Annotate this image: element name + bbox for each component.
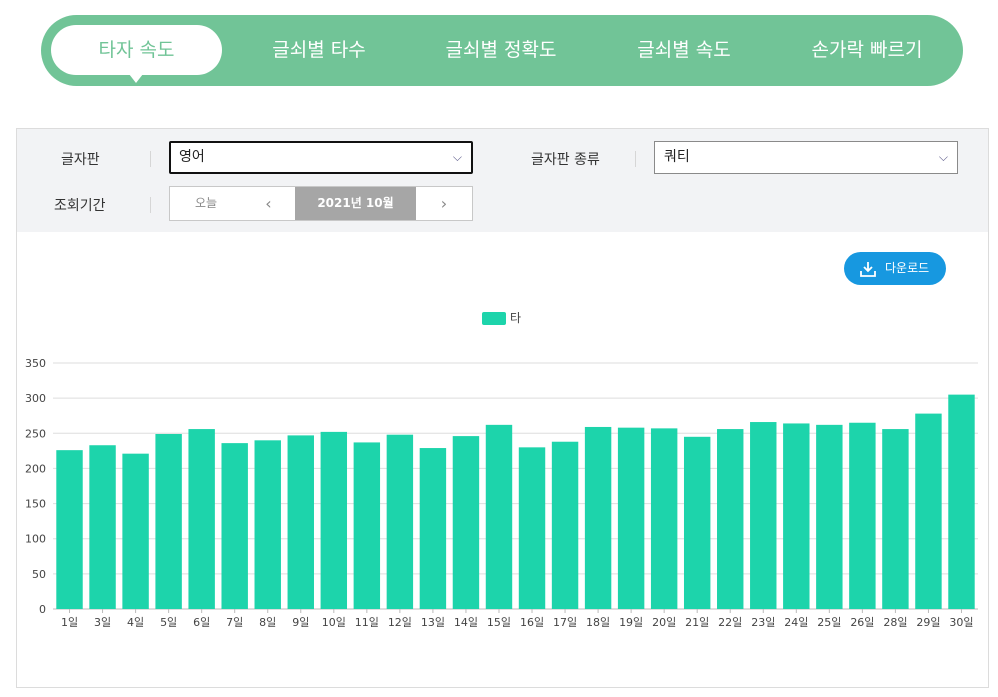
bar [386,434,414,609]
y-tick-label: 350 [25,357,46,370]
bar [717,429,744,609]
x-tick-label: 8일 [259,615,276,629]
y-tick-label: 200 [25,462,46,475]
x-tick-label: 16일 [520,615,544,629]
bar [783,423,810,609]
y-tick-label: 100 [25,533,46,546]
bar [188,429,215,609]
x-tick-label: 7일 [226,615,243,629]
bar [518,447,546,609]
tab-key-speed[interactable]: 글쇠별 속도 [609,15,759,86]
x-tick-label: 18일 [586,615,610,629]
x-tick-label: 19일 [619,615,643,629]
bar [320,431,348,609]
y-tick-label: 150 [25,498,46,511]
y-tick-label: 300 [25,392,46,405]
bar [419,448,447,609]
y-tick-label: 250 [25,427,46,440]
tab-key-accuracy[interactable]: 글쇠별 정확도 [423,15,579,86]
active-tab-pointer [129,74,143,83]
x-tick-label: 28일 [883,615,907,629]
x-tick-label: 13일 [421,615,445,629]
x-tick-label: 23일 [751,615,775,629]
bar [89,445,116,609]
bar [122,453,149,609]
bar [882,429,909,609]
x-tick-label: 1일 [61,615,78,629]
bar [56,450,83,609]
x-tick-label: 10일 [322,615,346,629]
bar-chart: 0 50 100 150 200 250 300 350 1일 3일 4일 5일 6일 7일 8일 9일 10일… [25,357,978,629]
bar [915,413,942,609]
x-tick-label: 14일 [454,615,478,629]
x-tick-label: 21일 [685,615,709,629]
x-tick-label: 20일 [652,615,676,629]
x-tick-label: 25일 [817,615,841,629]
tab-bar: 타자 속도 글쇠별 타수 글쇠별 정확도 글쇠별 속도 손가락 빠르기 [41,15,963,86]
x-tick-label: 22일 [718,615,742,629]
tab-typing-speed[interactable]: 타자 속도 [51,25,222,75]
bar [221,443,248,609]
x-tick-label: 5일 [160,615,177,629]
bar [287,435,314,609]
bar [948,394,975,609]
x-tick-label: 9일 [292,615,309,629]
stats-panel: 글자판 영어 ⌵ 글자판 종류 쿼티 ⌵ 조회기간 오늘 ‹ 2021년 10월… [16,128,989,688]
bar [617,427,645,609]
bar [155,433,182,609]
bar [485,424,513,609]
bar [551,441,579,609]
x-tick-label: 26일 [850,615,874,629]
tab-finger-speed[interactable]: 손가락 빠르기 [789,15,945,86]
bar [254,440,281,609]
x-tick-label: 29일 [916,615,940,629]
bar [750,422,777,609]
bar [650,428,678,609]
x-tick-label: 6일 [193,615,210,629]
x-tick-label: 24일 [784,615,808,629]
bar [584,426,612,609]
x-tick-label: 30일 [949,615,973,629]
x-tick-label: 17일 [553,615,577,629]
x-tick-label: 15일 [487,615,511,629]
y-tick-label: 50 [32,568,46,581]
x-tick-label: 4일 [127,615,144,629]
bar [353,442,381,609]
y-tick-label: 0 [39,603,46,616]
x-tick-label: 12일 [388,615,412,629]
bar [452,436,480,609]
x-tick-label: 3일 [94,615,111,629]
bar [683,436,711,609]
tab-key-strokes[interactable]: 글쇠별 타수 [246,15,392,86]
x-tick-label: 11일 [355,615,379,629]
bar [849,422,876,609]
bar [816,424,843,609]
